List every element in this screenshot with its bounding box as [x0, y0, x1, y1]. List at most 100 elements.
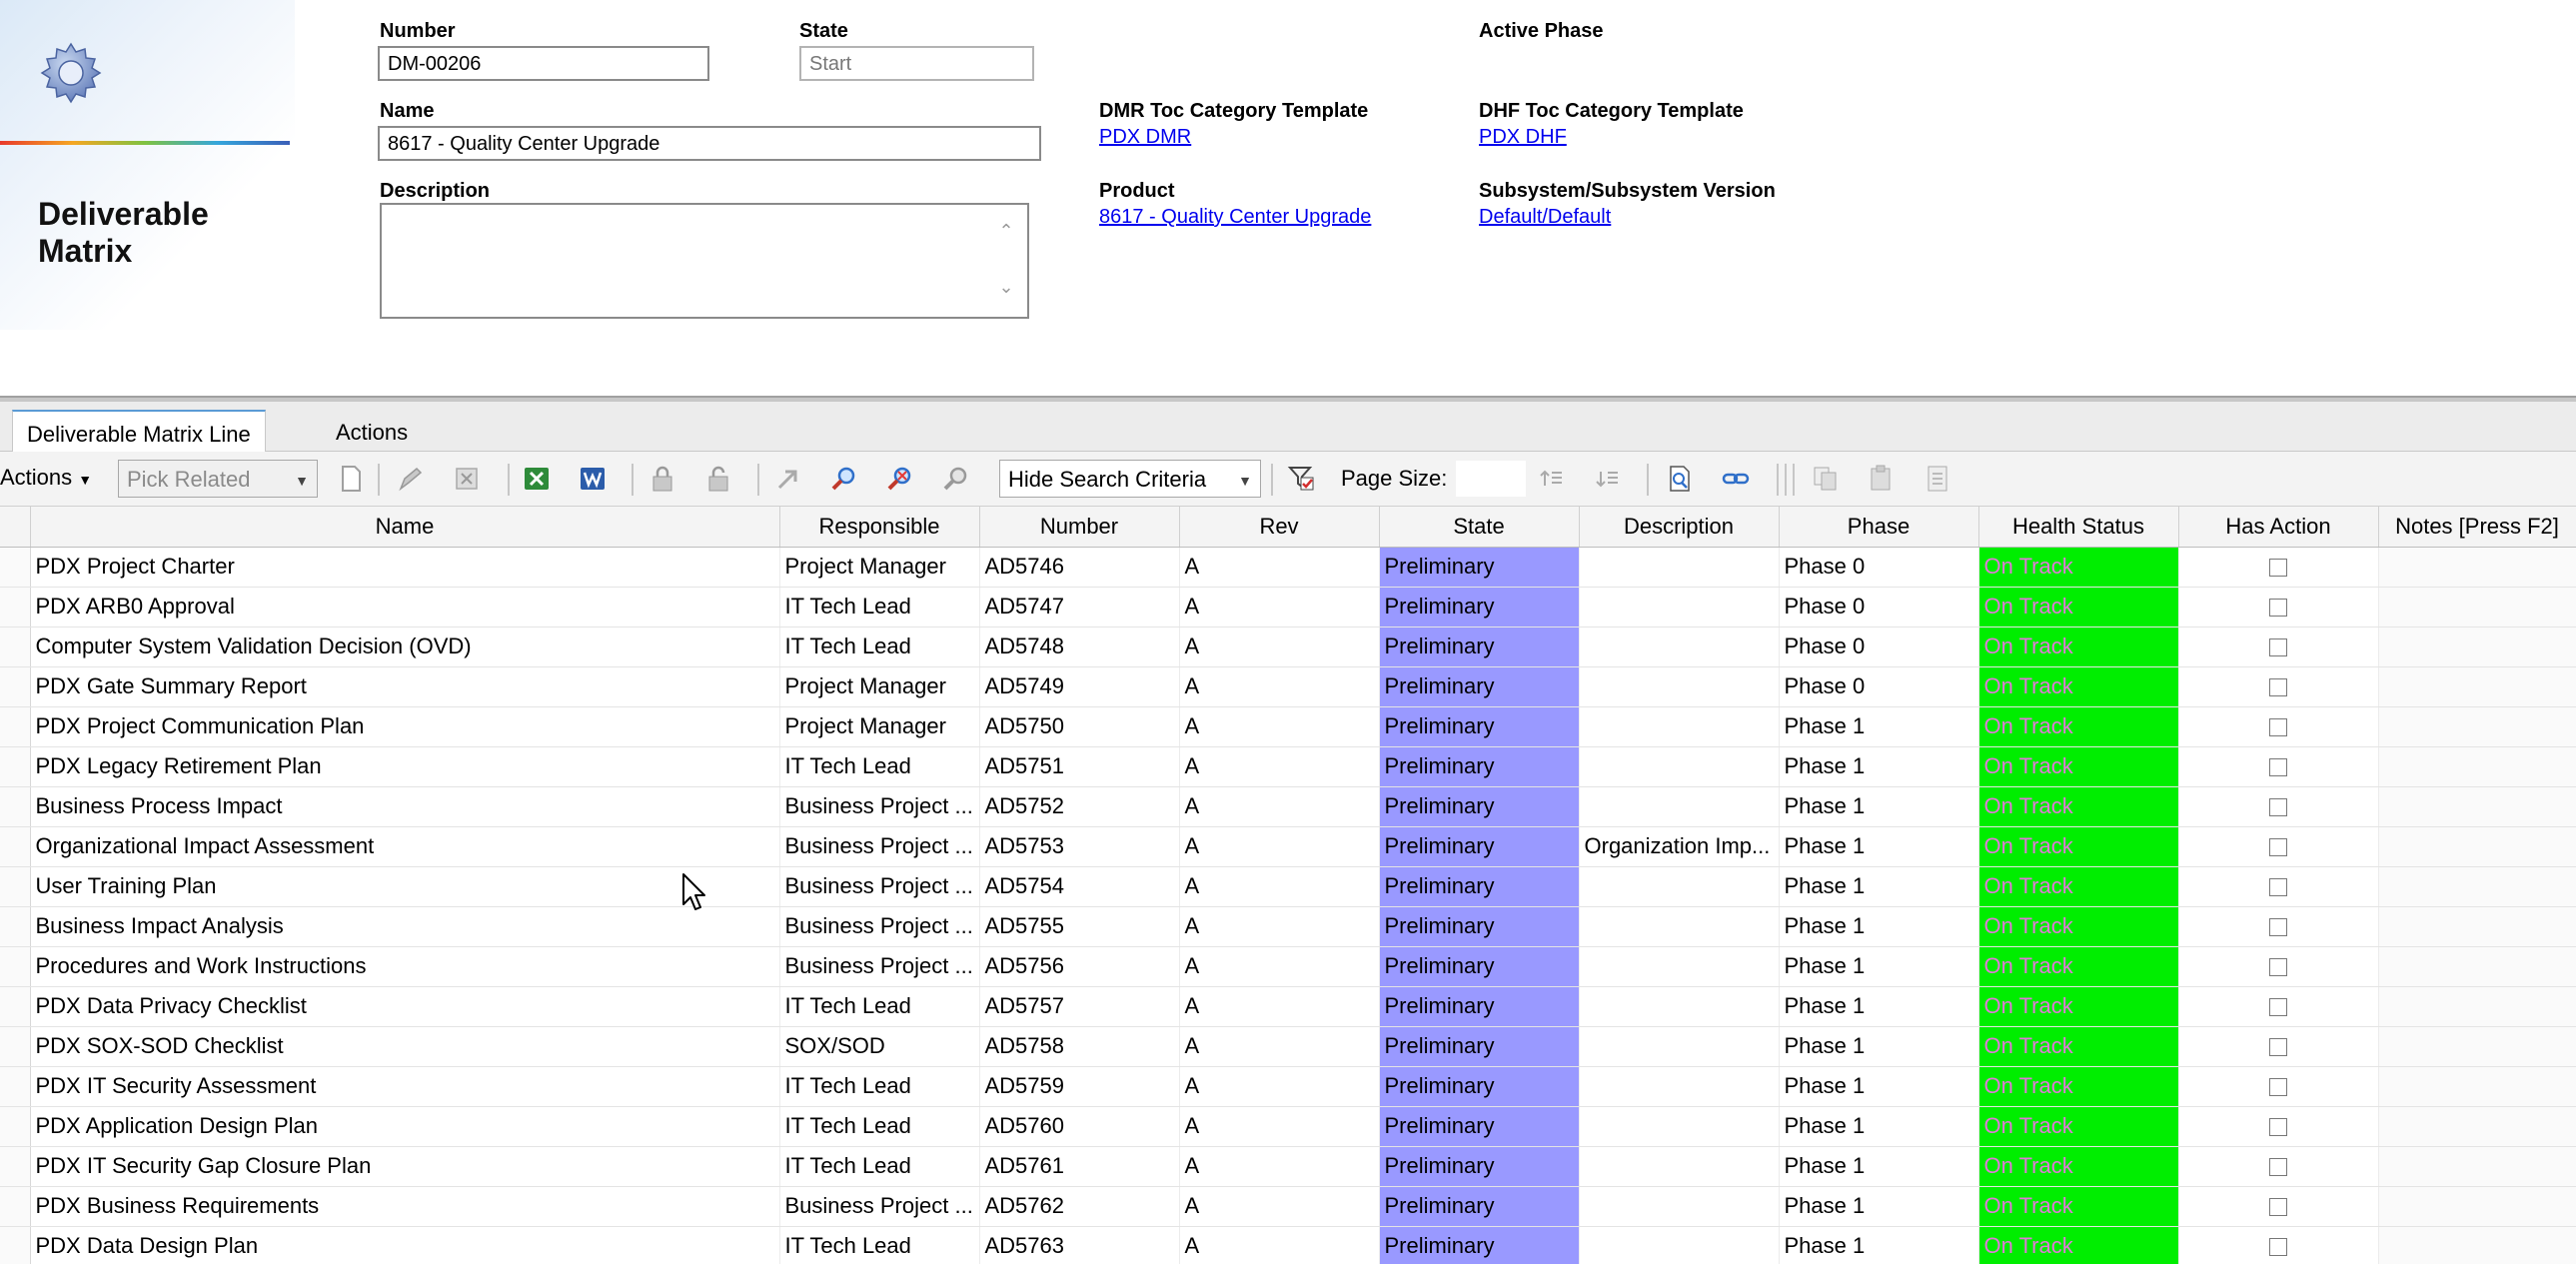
cell-rev[interactable]: A [1179, 906, 1380, 947]
name-field[interactable]: 8617 - Quality Center Upgrade [378, 126, 1041, 161]
cell-responsible[interactable]: IT Tech Lead [779, 986, 980, 1027]
cell-description[interactable] [1579, 1066, 1780, 1107]
cell-state[interactable]: Preliminary [1379, 547, 1580, 588]
cell-notes[interactable] [2378, 1226, 2576, 1264]
cell-phase[interactable]: Phase 1 [1779, 786, 1979, 827]
column-header-phase[interactable]: Phase [1779, 507, 1979, 548]
cell-phase[interactable]: Phase 0 [1779, 666, 1979, 707]
row-selector[interactable] [0, 906, 31, 947]
cell-state[interactable]: Preliminary [1379, 1146, 1580, 1187]
cell-notes[interactable] [2378, 1146, 2576, 1187]
cell-number[interactable]: AD5762 [979, 1186, 1180, 1227]
state-field[interactable]: Start [799, 46, 1034, 81]
has-action-checkbox[interactable] [2269, 1078, 2287, 1097]
row-selector[interactable] [0, 826, 31, 867]
cell-state[interactable]: Preliminary [1379, 1226, 1580, 1264]
cell-responsible[interactable]: IT Tech Lead [779, 746, 980, 787]
cell-notes[interactable] [2378, 946, 2576, 987]
has-action-checkbox[interactable] [2269, 918, 2287, 937]
has-action-checkbox[interactable] [2269, 838, 2287, 857]
cell-description[interactable] [1579, 706, 1780, 747]
lock-icon[interactable] [647, 464, 677, 494]
cell-responsible[interactable]: IT Tech Lead [779, 1226, 980, 1264]
cell-responsible[interactable]: Business Project ... [779, 866, 980, 907]
cell-description[interactable] [1579, 1186, 1780, 1227]
cell-health[interactable]: On Track [1978, 627, 2179, 667]
cell-rev[interactable]: A [1179, 786, 1380, 827]
document-icon[interactable] [1923, 464, 1952, 494]
copy-icon[interactable] [1811, 464, 1841, 494]
tab-deliverable-matrix-line[interactable]: Deliverable Matrix Line [12, 410, 266, 452]
filter-check-icon[interactable] [1287, 464, 1317, 494]
row-selector[interactable] [0, 1106, 31, 1147]
table-row[interactable]: PDX ARB0 Approval IT Tech Lead AD5747 A Prel… [0, 587, 2576, 628]
cell-health[interactable]: On Track [1978, 1066, 2179, 1107]
row-selector[interactable] [0, 866, 31, 907]
column-header-description[interactable]: Description [1579, 507, 1780, 548]
cell-description[interactable]: Organization Imp... [1579, 826, 1780, 867]
number-field[interactable]: DM-00206 [378, 46, 709, 81]
table-row[interactable]: Business Impact Analysis Business Project… [0, 906, 2576, 947]
column-header-number[interactable]: Number [979, 507, 1180, 548]
has-action-checkbox[interactable] [2269, 758, 2287, 777]
cell-health[interactable]: On Track [1978, 1186, 2179, 1227]
cell-description[interactable] [1579, 786, 1780, 827]
cell-name[interactable]: PDX Business Requirements [30, 1186, 780, 1227]
cell-health[interactable]: On Track [1978, 547, 2179, 588]
has-action-checkbox[interactable] [2269, 1238, 2287, 1257]
cell-number[interactable]: AD5753 [979, 826, 1180, 867]
cell-name[interactable]: Organizational Impact Assessment [30, 826, 780, 867]
row-selector[interactable] [0, 946, 31, 987]
cell-responsible[interactable]: Business Project ... [779, 946, 980, 987]
cell-number[interactable]: AD5748 [979, 627, 1180, 667]
scroll-down-icon[interactable]: ⌄ [995, 277, 1017, 299]
cell-health[interactable]: On Track [1978, 1026, 2179, 1067]
cell-name[interactable]: Computer System Validation Decision (OVD… [30, 627, 780, 667]
cell-number[interactable]: AD5758 [979, 1026, 1180, 1067]
cell-notes[interactable] [2378, 1066, 2576, 1107]
table-row[interactable]: PDX SOX-SOD Checklist SOX/SOD AD5758 A Preli… [0, 1026, 2576, 1067]
row-selector[interactable] [0, 746, 31, 787]
column-header-name[interactable]: Name [30, 507, 780, 548]
cell-state[interactable]: Preliminary [1379, 746, 1580, 787]
cell-health[interactable]: On Track [1978, 786, 2179, 827]
cell-health[interactable]: On Track [1978, 866, 2179, 907]
cell-rev[interactable]: A [1179, 986, 1380, 1027]
cell-rev[interactable]: A [1179, 547, 1380, 588]
cell-number[interactable]: AD5755 [979, 906, 1180, 947]
cell-responsible[interactable]: Business Project ... [779, 786, 980, 827]
search-icon[interactable] [829, 464, 859, 494]
cell-rev[interactable]: A [1179, 1186, 1380, 1227]
cell-state[interactable]: Preliminary [1379, 1186, 1580, 1227]
has-action-checkbox[interactable] [2269, 1038, 2287, 1057]
cell-phase[interactable]: Phase 1 [1779, 866, 1979, 907]
navigate-icon[interactable] [773, 464, 803, 494]
cell-responsible[interactable]: Project Manager [779, 547, 980, 588]
cell-name[interactable]: PDX Legacy Retirement Plan [30, 746, 780, 787]
cell-notes[interactable] [2378, 746, 2576, 787]
table-row[interactable]: PDX IT Security Assessment IT Tech Lead AD… [0, 1066, 2576, 1107]
cell-phase[interactable]: Phase 1 [1779, 1026, 1979, 1067]
cell-number[interactable]: AD5749 [979, 666, 1180, 707]
cell-state[interactable]: Preliminary [1379, 1026, 1580, 1067]
table-row[interactable]: Organizational Impact Assessment Business… [0, 826, 2576, 867]
cell-health[interactable]: On Track [1978, 946, 2179, 987]
cell-description[interactable] [1579, 866, 1780, 907]
cell-health[interactable]: On Track [1978, 1106, 2179, 1147]
has-action-checkbox[interactable] [2269, 878, 2287, 897]
word-export-icon[interactable] [578, 464, 608, 494]
table-row[interactable]: PDX IT Security Gap Closure Plan IT Tech … [0, 1146, 2576, 1187]
table-row[interactable]: PDX Application Design Plan IT Tech Lead A… [0, 1106, 2576, 1147]
table-row[interactable]: PDX Data Privacy Checklist IT Tech Lead AD… [0, 986, 2576, 1027]
scroll-up-icon[interactable]: ⌃ [995, 221, 1017, 243]
excel-export-icon[interactable] [522, 464, 552, 494]
cell-rev[interactable]: A [1179, 746, 1380, 787]
cell-description[interactable] [1579, 587, 1780, 628]
cell-state[interactable]: Preliminary [1379, 786, 1580, 827]
row-selector[interactable] [0, 1066, 31, 1107]
preview-icon[interactable] [1665, 464, 1695, 494]
cell-state[interactable]: Preliminary [1379, 946, 1580, 987]
cell-notes[interactable] [2378, 1026, 2576, 1067]
cell-number[interactable]: AD5763 [979, 1226, 1180, 1264]
search-criteria-dropdown[interactable]: Hide Search Criteria ▼ [999, 460, 1261, 498]
